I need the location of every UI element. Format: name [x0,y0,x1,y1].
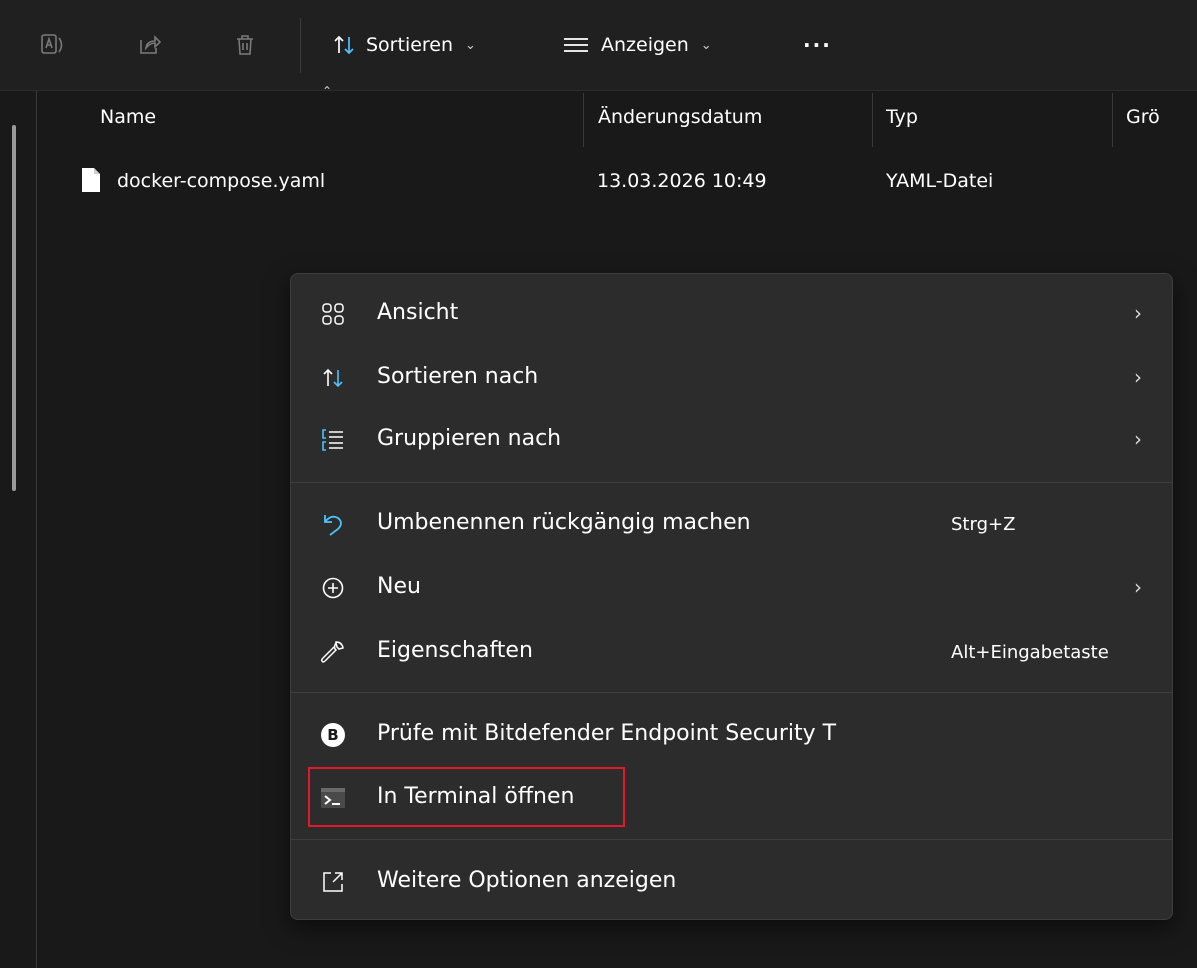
translate-icon[interactable] [35,27,71,63]
navigation-pane-border [36,91,37,968]
column-divider[interactable] [1112,93,1113,147]
menu-item-show-more-options[interactable]: Weitere Optionen anzeigen [291,854,1172,910]
menu-item-group-by[interactable]: Gruppieren nach › [291,412,1172,468]
bitdefender-icon: B [319,721,347,749]
share-icon[interactable] [132,27,168,63]
menu-separator [291,839,1172,840]
view-icon [563,35,589,55]
column-header-size[interactable]: Grö [1126,106,1160,128]
chevron-down-icon: ⌄ [700,37,712,53]
chevron-right-icon: › [1134,575,1142,599]
file-modified: 13.03.2026 10:49 [597,170,767,192]
menu-item-label: Sortieren nach [377,364,539,389]
chevron-down-icon: ⌄ [465,37,476,53]
column-header-type[interactable]: Typ [886,106,918,128]
column-header-name[interactable]: Name [100,106,156,128]
menu-item-label: Ansicht [377,300,459,325]
more-options-icon [319,868,347,896]
bitdefender-badge: B [321,723,345,747]
undo-icon [319,510,347,538]
red-highlight-box [308,767,625,827]
column-divider[interactable] [583,93,584,147]
menu-separator [291,482,1172,483]
view-label: Anzeigen [601,34,689,56]
column-header-modified[interactable]: Änderungsdatum [598,106,762,128]
group-icon [319,426,347,454]
column-divider[interactable] [872,93,873,147]
menu-item-new[interactable]: Neu › [291,560,1172,616]
context-menu: Ansicht › Sortieren nach › Gruppieren na… [290,273,1173,920]
sort-icon [319,364,347,392]
sort-button[interactable]: Sortieren ⌄ [332,27,476,63]
file-icon [80,167,102,197]
more-button[interactable]: ··· [803,27,843,63]
menu-item-view[interactable]: Ansicht › [291,286,1172,342]
menu-item-bitdefender-scan[interactable]: B Prüfe mit Bitdefender Endpoint Securit… [291,707,1172,763]
menu-item-shortcut: Strg+Z [951,514,1016,535]
menu-item-undo-rename[interactable]: Umbenennen rückgängig machen Strg+Z [291,496,1172,552]
grid-icon [319,300,347,328]
view-button[interactable]: Anzeigen ⌄ [563,27,712,63]
sort-icon [332,33,356,57]
command-bar: Sortieren ⌄ Anzeigen ⌄ ··· [0,0,1197,91]
menu-item-shortcut: Alt+Eingabetaste [951,642,1109,663]
menu-separator [291,692,1172,693]
chevron-right-icon: › [1134,365,1142,389]
menu-item-label: Umbenennen rückgängig machen [377,510,751,535]
file-name: docker-compose.yaml [117,170,326,192]
delete-icon[interactable] [227,27,263,63]
file-row[interactable]: docker-compose.yaml 13.03.2026 10:49 YAM… [0,158,1197,204]
wrench-icon [319,638,347,666]
menu-item-label: Neu [377,574,421,599]
menu-item-properties[interactable]: Eigenschaften Alt+Eingabetaste [291,624,1172,680]
chevron-right-icon: › [1134,427,1142,451]
menu-item-label: Gruppieren nach [377,426,562,451]
menu-item-sort-by[interactable]: Sortieren nach › [291,350,1172,406]
menu-item-label: Prüfe mit Bitdefender Endpoint Security … [377,721,837,746]
sort-label: Sortieren [366,34,454,56]
menu-item-label: Eigenschaften [377,638,533,663]
file-type: YAML-Datei [886,170,994,192]
toolbar-separator [300,18,301,73]
chevron-right-icon: › [1134,301,1142,325]
new-icon [319,574,347,602]
menu-item-label: Weitere Optionen anzeigen [377,868,677,893]
sort-ascending-icon: ⌃ [322,84,333,98]
